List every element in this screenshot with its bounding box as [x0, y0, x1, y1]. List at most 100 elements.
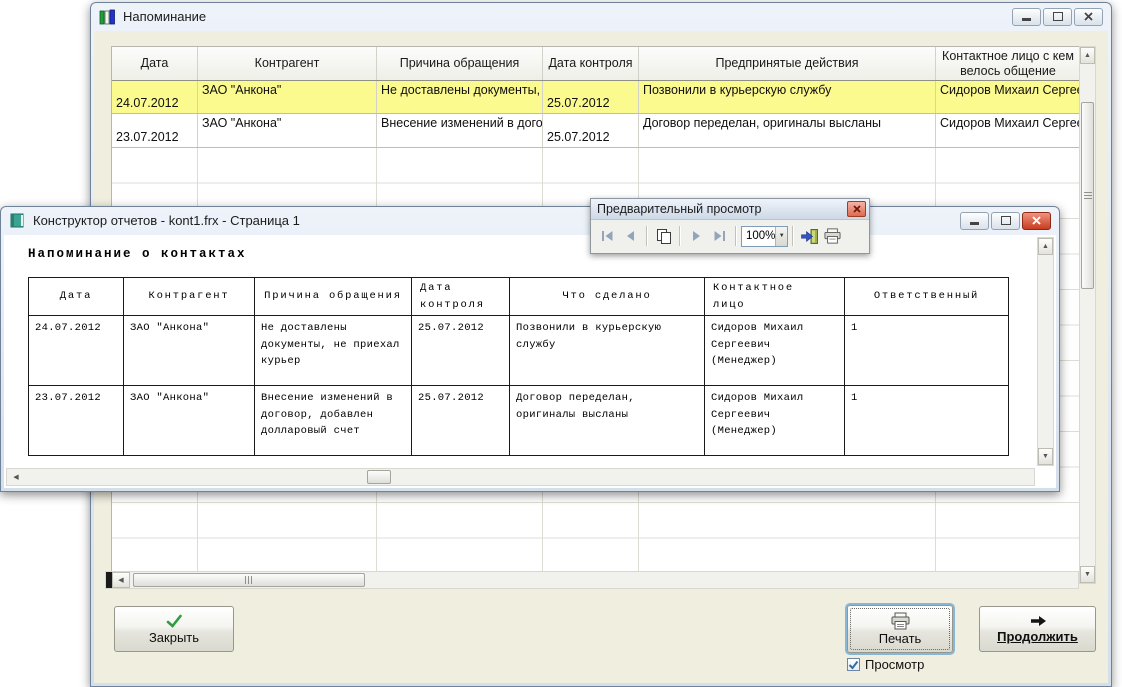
report-header-row: Дата Контрагент Причина обращения Дата к…	[29, 278, 1009, 316]
reminder-window-title: Напоминание	[123, 9, 206, 24]
chevron-down-icon[interactable]: ▼	[775, 227, 787, 246]
arrow-up-icon: ▲	[1042, 243, 1049, 250]
report-title: Напоминание о контактах	[28, 247, 247, 261]
report-book-icon	[9, 212, 26, 229]
close-preview-button[interactable]	[798, 225, 821, 247]
table-row[interactable]: 23.07.2012 ЗАО "Анкона" Внесение изменен…	[112, 114, 1080, 148]
report-designer-window: Конструктор отчетов - kont1.frx - Страни…	[0, 206, 1060, 492]
close-icon	[1084, 12, 1093, 21]
report-cell: 25.07.2012	[412, 316, 510, 386]
report-cell: Позвонили в курьерскую службу	[510, 316, 705, 386]
vertical-scrollbar[interactable]: ▲ ▼	[1079, 46, 1096, 584]
scroll-up-button[interactable]: ▲	[1038, 238, 1053, 255]
zoom-select[interactable]: 100% ▼	[741, 226, 788, 247]
prev-page-button[interactable]	[619, 225, 642, 247]
maximize-icon	[1053, 12, 1063, 21]
cell-reason: Внесение изменений в договор, добавлен д…	[377, 114, 543, 147]
column-header-date: Дата	[112, 47, 198, 80]
last-page-icon	[712, 230, 727, 242]
scrollbar-thumb[interactable]	[133, 573, 365, 587]
toolbar-separator	[792, 226, 794, 246]
screen: Напоминание Дата Контрагент Причина обра…	[0, 0, 1122, 687]
cell-actions: Договор переделан, оригиналы высланы	[639, 114, 936, 147]
report-cell: ЗАО "Анкона"	[124, 386, 255, 456]
report-cell: Сидоров Михаил Сергеевич (Менеджер)	[705, 386, 845, 456]
maximize-button[interactable]	[991, 212, 1020, 230]
report-cell: Договор переделан, оригиналы высланы	[510, 386, 705, 456]
cell-date: 23.07.2012	[112, 114, 198, 147]
report-column-reason: Причина обращения	[255, 278, 412, 316]
designer-titlebar[interactable]: Конструктор отчетов - kont1.frx - Страни…	[1, 207, 1059, 234]
cell-reason: Не доставлены документы, не приехал курь…	[377, 81, 543, 113]
report-table: Дата Контрагент Причина обращения Дата к…	[28, 277, 1009, 456]
print-button[interactable]: Печать	[847, 605, 953, 653]
cell-control-date: 25.07.2012	[543, 81, 639, 113]
scrollbar-thumb[interactable]	[1081, 102, 1094, 289]
toolbar-print-button[interactable]	[821, 225, 844, 247]
print-button-focus-ring: Печать	[845, 603, 955, 655]
column-header-reason: Причина обращения	[377, 47, 543, 80]
report-cell: Не доставлены документы, не приехал курь…	[255, 316, 412, 386]
report-column-counterparty: Контрагент	[124, 278, 255, 316]
thumb-grip-icon	[245, 576, 254, 584]
report-row: 24.07.2012 ЗАО "Анкона" Не доставлены до…	[29, 316, 1009, 386]
cell-date: 24.07.2012	[112, 81, 198, 113]
first-page-icon	[600, 230, 615, 242]
books-icon	[99, 8, 116, 25]
scroll-left-button[interactable]: ◀	[7, 469, 25, 485]
horizontal-scrollbar[interactable]: ◀	[105, 571, 1079, 589]
continue-button-label: Продолжить	[997, 629, 1078, 644]
report-cell: 24.07.2012	[29, 316, 124, 386]
grid-header-row: Дата Контрагент Причина обращения Дата к…	[112, 47, 1080, 81]
pages-button[interactable]	[652, 225, 675, 247]
toolbar-separator	[646, 226, 648, 246]
scroll-up-button[interactable]: ▲	[1080, 47, 1095, 64]
report-cell: ЗАО "Анкона"	[124, 316, 255, 386]
scroll-down-button[interactable]: ▼	[1080, 566, 1095, 583]
close-button[interactable]	[1022, 212, 1051, 230]
prev-page-icon	[624, 230, 637, 242]
scroll-down-button[interactable]: ▼	[1038, 448, 1053, 465]
cell-control-date: 25.07.2012	[543, 114, 639, 147]
scroll-left-button[interactable]: ◀	[112, 572, 130, 588]
focus-dotted-border	[850, 608, 950, 650]
arrow-up-icon: ▲	[1084, 52, 1091, 59]
last-page-button[interactable]	[708, 225, 731, 247]
close-form-button[interactable]: Закрыть	[114, 606, 234, 652]
preview-toolbar-window: Предварительный просмотр	[590, 198, 870, 254]
close-button[interactable]	[1074, 8, 1103, 26]
minimize-button[interactable]	[960, 212, 989, 230]
checkmark-icon	[165, 614, 183, 628]
reminder-titlebar[interactable]: Напоминание	[91, 3, 1111, 30]
column-header-control-date: Дата контроля	[543, 47, 639, 80]
check-icon	[848, 660, 859, 670]
cell-counterparty: ЗАО "Анкона"	[198, 81, 377, 113]
report-vertical-scrollbar[interactable]: ▲ ▼	[1037, 237, 1054, 466]
arrow-down-icon: ▼	[1084, 571, 1091, 578]
preview-close-button[interactable]	[847, 201, 866, 217]
close-form-button-label: Закрыть	[149, 630, 199, 645]
report-cell: 23.07.2012	[29, 386, 124, 456]
next-page-button[interactable]	[685, 225, 708, 247]
report-row: 23.07.2012 ЗАО "Анкона" Внесение изменен…	[29, 386, 1009, 456]
minimize-button[interactable]	[1012, 8, 1041, 26]
preview-titlebar[interactable]: Предварительный просмотр	[591, 199, 869, 220]
arrow-right-icon	[1029, 615, 1047, 627]
next-page-icon	[690, 230, 703, 242]
column-header-contact: Контактное лицо с кем велось общение	[936, 47, 1080, 80]
table-row[interactable]: 24.07.2012 ЗАО "Анкона" Не доставлены до…	[112, 81, 1080, 114]
report-cell: 1	[845, 316, 1009, 386]
report-column-control-date: Дата контроля	[412, 278, 510, 316]
column-header-actions: Предпринятые действия	[639, 47, 936, 80]
report-horizontal-scrollbar[interactable]: ◀	[6, 468, 1035, 486]
exit-door-icon	[800, 228, 819, 245]
first-page-button[interactable]	[596, 225, 619, 247]
copy-pages-icon	[655, 228, 673, 245]
maximize-button[interactable]	[1043, 8, 1072, 26]
cell-counterparty: ЗАО "Анкона"	[198, 114, 377, 147]
report-cell: 25.07.2012	[412, 386, 510, 456]
column-header-counterparty: Контрагент	[198, 47, 377, 80]
scrollbar-thumb[interactable]	[367, 470, 391, 484]
preview-checkbox[interactable]	[847, 658, 860, 671]
continue-button[interactable]: Продолжить	[979, 606, 1096, 652]
